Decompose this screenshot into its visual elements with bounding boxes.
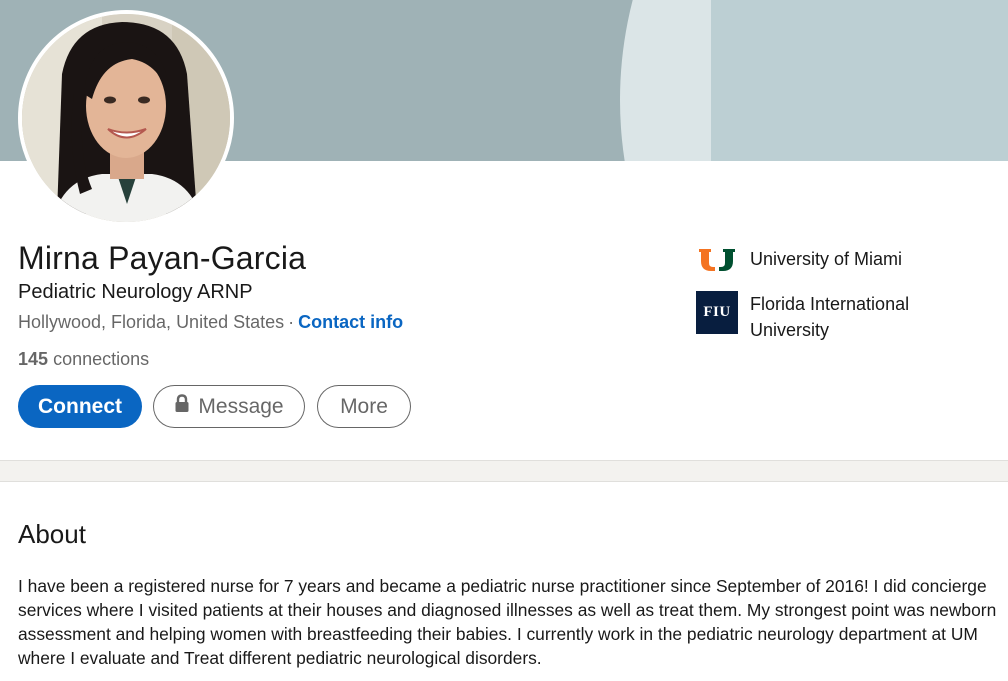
connections-label: connections [53,349,150,369]
location-separator: · [288,312,295,332]
connect-button[interactable]: Connect [18,385,142,428]
education-name: Florida International University [750,294,910,340]
message-button[interactable]: Message [153,385,305,428]
profile-name: Mirna Payan-Garcia [18,240,307,276]
avatar-photo [22,14,230,222]
profile-headline: Pediatric Neurology ARNP [18,281,253,303]
message-button-label: Message [198,394,284,418]
education-name: University of Miami [750,249,903,269]
connections-count[interactable]: 145 connections [18,346,149,372]
education-item-fiu[interactable]: FIU Florida International University [696,291,980,343]
fiu-logo: FIU [696,291,738,334]
about-section-text: I have been a registered nurse for 7 yea… [18,576,997,668]
lock-icon [174,394,190,419]
contact-info-link[interactable]: Contact info [298,312,403,332]
more-button[interactable]: More [317,385,411,428]
banner-right-panel [711,0,1008,161]
education-item-university-of-miami[interactable]: University of Miami [696,245,980,278]
profile-location: Hollywood, Florida, United States [18,312,285,332]
location-row: Hollywood, Florida, United States · Contac… [18,309,403,335]
profile-avatar[interactable] [18,10,234,226]
section-divider [0,460,1008,482]
connections-number: 145 [18,349,49,369]
university-of-miami-logo [696,245,738,278]
about-section-title: About [18,519,86,549]
